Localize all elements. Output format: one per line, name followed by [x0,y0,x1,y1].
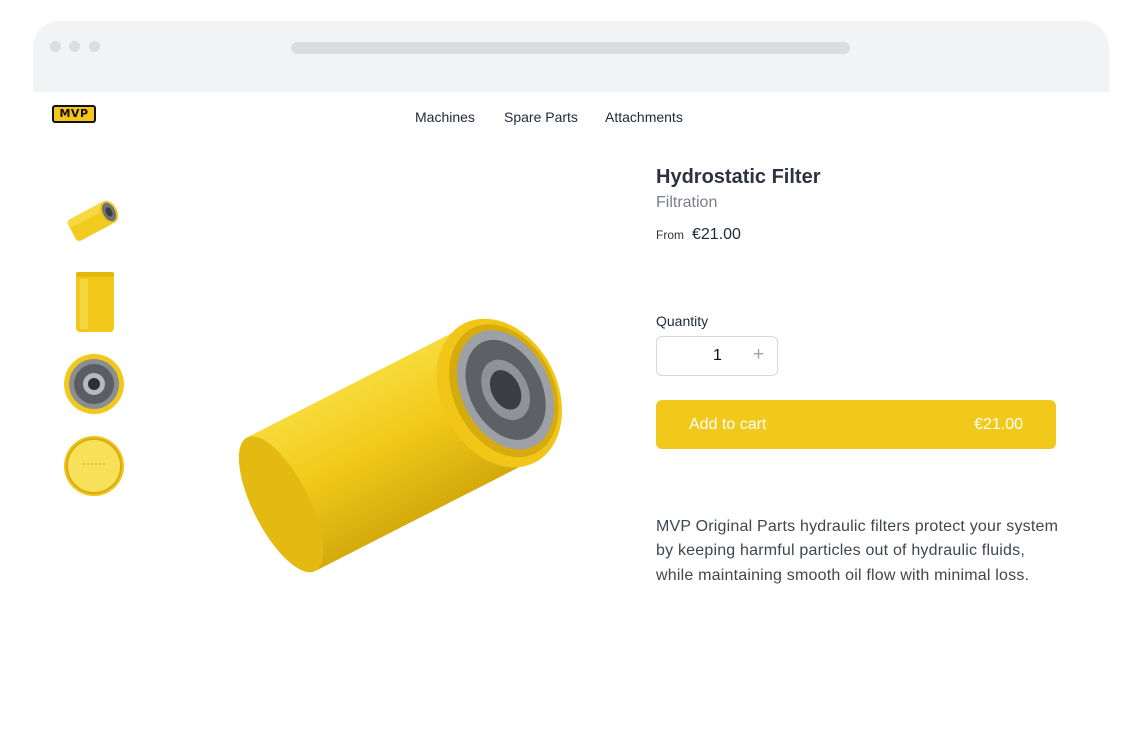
nav-attachments[interactable]: Attachments [605,109,683,125]
browser-chrome [33,21,1109,92]
filter-side-thumb-image [76,272,114,332]
mvp-logo[interactable]: MVP [52,105,96,123]
window-close-dot[interactable] [50,41,61,52]
filter-top-thumb-image [64,354,124,414]
browser-window: MVP Machines Spare Parts Attachments Hyd… [33,21,1109,735]
nav-machines[interactable]: Machines [415,109,475,125]
quantity-label: Quantity [656,313,709,329]
quantity-stepper[interactable]: 1 + [656,336,778,376]
plus-icon[interactable]: + [753,344,764,366]
nav-spare-parts[interactable]: Spare Parts [504,109,578,125]
thumbnail-bottom[interactable] [59,431,129,501]
thumbnail-side[interactable] [59,267,129,337]
thumbnail-angled[interactable] [59,185,129,255]
filter-bottom-thumb-image [64,436,124,496]
price-row: From €21.00 [656,226,741,244]
site-header: MVP Machines Spare Parts Attachments [33,92,1109,152]
add-to-cart-price: €21.00 [974,416,1023,433]
product-category: Filtration [656,194,718,211]
add-to-cart-label: Add to cart [689,416,767,433]
product-description: MVP Original Parts hydraulic filters pro… [656,518,1059,584]
add-to-cart-button[interactable]: Add to cart €21.00 [656,400,1056,449]
filter-angled-thumb-image [67,200,119,241]
hydraulic-filter-image [238,318,563,573]
quantity-value[interactable]: 1 [713,347,722,365]
price-from-label: From [656,228,684,242]
window-maximize-dot[interactable] [89,41,100,52]
address-bar[interactable] [291,42,850,54]
window-minimize-dot[interactable] [69,41,80,52]
thumbnail-top[interactable] [59,349,129,419]
product-title: Hydrostatic Filter [656,166,821,188]
product-price: €21.00 [692,226,741,243]
product-main-image[interactable] [223,279,593,589]
